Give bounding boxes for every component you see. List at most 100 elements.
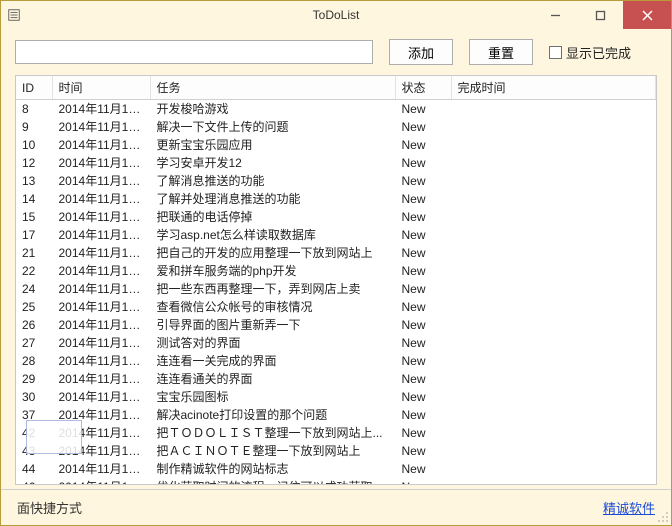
cell-id: 24: [16, 280, 52, 298]
window-controls: [533, 1, 671, 29]
table-row[interactable]: 92014年11月18日解决一下文件上传的问题New: [16, 118, 656, 136]
cell-status: New: [395, 280, 451, 298]
table-row[interactable]: 262014年11月18日引导界面的图片重新弄一下New: [16, 316, 656, 334]
cell-task: 爱和拼车服务端的php开发: [150, 262, 395, 280]
table-row[interactable]: 372014年11月19日解决acinote打印设置的那个问题New: [16, 406, 656, 424]
table-row[interactable]: 82014年11月18日开发梭哈游戏New: [16, 100, 656, 118]
maximize-button[interactable]: [578, 1, 623, 29]
table-row[interactable]: 302014年11月18日宝宝乐园图标New: [16, 388, 656, 406]
cell-status: New: [395, 118, 451, 136]
cell-time: 2014年11月18日: [52, 100, 150, 118]
cell-done: [451, 172, 656, 190]
cell-status: New: [395, 208, 451, 226]
cell-done: [451, 352, 656, 370]
titlebar: ToDoList: [1, 1, 671, 29]
cell-status: New: [395, 406, 451, 424]
cell-time: 2014年11月18日: [52, 136, 150, 154]
cell-task: 把自己的开发的应用整理一下放到网站上: [150, 244, 395, 262]
table-row[interactable]: 102014年11月18日更新宝宝乐园应用New: [16, 136, 656, 154]
cell-status: New: [395, 226, 451, 244]
col-done-time[interactable]: 完成时间: [451, 76, 656, 100]
table-row[interactable]: 282014年11月18日连连看一关完成的界面New: [16, 352, 656, 370]
cell-task: 连连看通关的界面: [150, 370, 395, 388]
cell-status: New: [395, 424, 451, 442]
cell-id: 10: [16, 136, 52, 154]
cell-id: 46: [16, 478, 52, 485]
cell-id: 12: [16, 154, 52, 172]
cell-task: 引导界面的图片重新弄一下: [150, 316, 395, 334]
cell-status: New: [395, 262, 451, 280]
table-row[interactable]: 132014年11月18日了解消息推送的功能New: [16, 172, 656, 190]
table-row[interactable]: 122014年11月18日学习安卓开发12New: [16, 154, 656, 172]
table-row[interactable]: 142014年11月18日 了解并处理消息推送的功能New: [16, 190, 656, 208]
table-row[interactable]: 222014年11月18日爱和拼车服务端的php开发New: [16, 262, 656, 280]
cell-done: [451, 208, 656, 226]
cell-task: 把联通的电话停掉: [150, 208, 395, 226]
table-row[interactable]: 432014年11月19日把ＡＣＩＮＯＴＥ整理一下放到网站上New: [16, 442, 656, 460]
cell-task: 宝宝乐园图标: [150, 388, 395, 406]
cell-time: 2014年11月18日: [52, 388, 150, 406]
show-completed-label: 显示已完成: [566, 43, 631, 62]
cell-done: [451, 298, 656, 316]
cell-status: New: [395, 316, 451, 334]
footer-left-text: 面快捷方式: [17, 498, 82, 517]
grid-scroll[interactable]: ID 时间 任务 状态 完成时间 82014年11月18日开发梭哈游戏New92…: [16, 76, 656, 484]
cell-done: [451, 478, 656, 485]
cell-status: New: [395, 460, 451, 478]
cell-id: 13: [16, 172, 52, 190]
cell-time: 2014年11月18日: [52, 370, 150, 388]
minimize-button[interactable]: [533, 1, 578, 29]
cell-time: 2014年11月18日: [52, 226, 150, 244]
cell-status: New: [395, 388, 451, 406]
resize-grip[interactable]: [655, 509, 669, 523]
cell-id: 21: [16, 244, 52, 262]
cell-id: 8: [16, 100, 52, 118]
cell-done: [451, 460, 656, 478]
cell-done: [451, 280, 656, 298]
table-row[interactable]: 422014年11月19日把ＴＯＤＯＬＩＳＴ整理一下放到网站上...New: [16, 424, 656, 442]
cell-id: 9: [16, 118, 52, 136]
table-row[interactable]: 242014年11月18日把一些东西再整理一下，弄到网店上卖New: [16, 280, 656, 298]
titlebar-left: [1, 8, 21, 22]
cell-time: 2014年11月18日: [52, 208, 150, 226]
table-row[interactable]: 272014年11月18日测试答对的界面New: [16, 334, 656, 352]
cell-task: 把ＡＣＩＮＯＴＥ整理一下放到网站上: [150, 442, 395, 460]
cell-done: [451, 118, 656, 136]
col-time[interactable]: 时间: [52, 76, 150, 100]
table-row[interactable]: 212014年11月18日把自己的开发的应用整理一下放到网站上New: [16, 244, 656, 262]
cell-id: 25: [16, 298, 52, 316]
cell-task: 把一些东西再整理一下，弄到网店上卖: [150, 280, 395, 298]
cell-done: [451, 190, 656, 208]
table-row[interactable]: 292014年11月18日连连看通关的界面New: [16, 370, 656, 388]
cell-task: 学习安卓开发12: [150, 154, 395, 172]
cell-time: 2014年11月18日: [52, 352, 150, 370]
add-button[interactable]: 添加: [389, 39, 453, 65]
cell-task: 制作精诚软件的网站标志: [150, 460, 395, 478]
cell-done: [451, 100, 656, 118]
col-id[interactable]: ID: [16, 76, 52, 100]
col-status[interactable]: 状态: [395, 76, 451, 100]
table-row[interactable]: 172014年11月18日学习asp.net怎么样读取数据库New: [16, 226, 656, 244]
task-input[interactable]: [15, 40, 373, 64]
table-row[interactable]: 152014年11月18日把联通的电话停掉New: [16, 208, 656, 226]
cell-status: New: [395, 136, 451, 154]
cell-time: 2014年11月19日: [52, 478, 150, 485]
cell-status: New: [395, 442, 451, 460]
cell-status: New: [395, 244, 451, 262]
cell-status: New: [395, 298, 451, 316]
show-completed-checkbox[interactable]: 显示已完成: [549, 43, 631, 62]
cell-status: New: [395, 334, 451, 352]
cell-done: [451, 406, 656, 424]
col-task[interactable]: 任务: [150, 76, 395, 100]
close-button[interactable]: [623, 1, 671, 29]
cell-task: 解决acinote打印设置的那个问题: [150, 406, 395, 424]
cell-time: 2014年11月18日: [52, 298, 150, 316]
table-row[interactable]: 442014年11月19日制作精诚软件的网站标志New: [16, 460, 656, 478]
cell-status: New: [395, 370, 451, 388]
table-row[interactable]: 252014年11月18日查看微信公众帐号的审核情况New: [16, 298, 656, 316]
footer-link[interactable]: 精诚软件: [603, 498, 655, 517]
cell-task: 查看微信公众帐号的审核情况: [150, 298, 395, 316]
cell-done: [451, 136, 656, 154]
reset-button[interactable]: 重置: [469, 39, 533, 65]
table-row[interactable]: 462014年11月19日优化获取时间的流程，记住可以成功获取...New: [16, 478, 656, 485]
